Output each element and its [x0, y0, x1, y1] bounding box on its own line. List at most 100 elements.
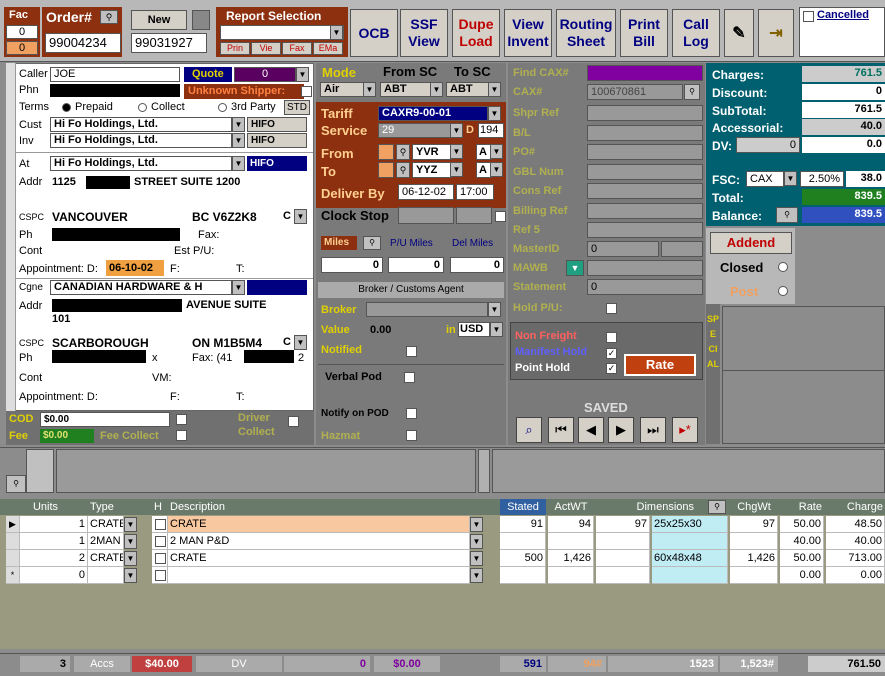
fee-collect-checkbox[interactable]: [176, 430, 187, 441]
from-city-dropdown-icon[interactable]: ▼: [450, 144, 463, 159]
ocb-button[interactable]: OCB: [350, 9, 398, 57]
chevron-down-icon[interactable]: ▼: [124, 551, 137, 566]
last-record-icon[interactable]: ⏭: [640, 417, 666, 443]
service-number[interactable]: 194: [478, 123, 504, 138]
addend-button[interactable]: Addend: [710, 232, 792, 254]
find-cax-input[interactable]: [587, 65, 703, 81]
rate-cell[interactable]: 50.00: [780, 516, 824, 533]
record-search-icon[interactable]: ⌕: [516, 417, 542, 443]
fac-input-top[interactable]: 0: [6, 25, 38, 39]
from-search-icon[interactable]: ⚲: [396, 144, 410, 160]
inv-input[interactable]: Hi Fo Holdings, Ltd.: [50, 133, 232, 148]
to-sc-dropdown-icon[interactable]: ▼: [488, 82, 501, 97]
closed-radio[interactable]: [778, 262, 788, 272]
std-button[interactable]: STD: [284, 100, 310, 115]
mawb-input[interactable]: [587, 260, 703, 276]
at-input[interactable]: Hi Fo Holdings, Ltd.: [50, 156, 232, 171]
notify-pod-checkbox[interactable]: [406, 408, 417, 419]
actwt-cell[interactable]: 1,426: [548, 550, 594, 567]
report-print-button[interactable]: Prin: [220, 42, 250, 55]
fsc-code-select[interactable]: CAX: [746, 171, 784, 187]
stated-cell[interactable]: [500, 533, 546, 550]
unknown-shipper-checkbox[interactable]: [301, 86, 312, 97]
chgwt-cell[interactable]: [730, 533, 778, 550]
miles-search-icon[interactable]: ⚲: [363, 236, 381, 250]
accessorial-value[interactable]: 40.0: [802, 119, 885, 135]
miles-input[interactable]: 0: [321, 257, 383, 273]
chevron-down-icon[interactable]: ▼: [470, 517, 483, 532]
service-select[interactable]: 29: [378, 123, 452, 138]
rate-cell[interactable]: 0.00: [780, 567, 824, 584]
from-sc-dropdown-icon[interactable]: ▼: [430, 82, 443, 97]
deliver-by-time[interactable]: 17:00: [456, 184, 494, 200]
row-selector[interactable]: [6, 533, 20, 550]
rate-cell[interactable]: 40.00: [780, 533, 824, 550]
terms-3rdparty-radio[interactable]: [218, 103, 227, 112]
type-cell[interactable]: 2MAN: [88, 533, 124, 550]
notes-left-field[interactable]: [56, 449, 476, 493]
service-dropdown-icon[interactable]: ▼: [450, 123, 463, 138]
cust-hifo-button[interactable]: HIFO: [247, 117, 307, 132]
actwt-cell[interactable]: [548, 533, 594, 550]
from-sc-select[interactable]: ABT: [380, 82, 432, 97]
statement-input[interactable]: 0: [587, 279, 703, 295]
driver-collect-checkbox[interactable]: [288, 416, 299, 427]
tariff-select[interactable]: CAXR9-00-01: [378, 106, 488, 121]
hazmat-checkbox[interactable]: [155, 570, 166, 581]
fsc-value[interactable]: 38.0: [846, 171, 885, 187]
terms-prepaid-radio[interactable]: [62, 103, 71, 112]
charge-cell[interactable]: 713.00: [826, 550, 885, 567]
to-a-dropdown-icon[interactable]: ▼: [490, 162, 503, 177]
mawb-filter-icon[interactable]: ▼: [566, 260, 584, 276]
charge-cell[interactable]: 48.50: [826, 516, 885, 533]
hazmat-checkbox[interactable]: [155, 536, 166, 547]
dimensions-cell[interactable]: 25x25x30: [652, 516, 728, 533]
description-cell[interactable]: CRATE: [168, 516, 470, 533]
hazmat-checkbox[interactable]: [155, 519, 166, 530]
cgne-c-dropdown-icon[interactable]: ▼: [294, 335, 307, 350]
chgwt-cell[interactable]: [730, 567, 778, 584]
master-id-input[interactable]: 0: [587, 241, 659, 257]
dims-number-cell[interactable]: [596, 533, 650, 550]
quote-dropdown-icon[interactable]: ▼: [296, 67, 309, 82]
exit-door-icon[interactable]: ⇥: [758, 9, 794, 57]
balance-search-icon[interactable]: ⚲: [776, 207, 798, 223]
description-cell[interactable]: CRATE: [168, 550, 470, 567]
routing-sheet-button[interactable]: Routing Sheet: [556, 9, 616, 57]
chgwt-cell[interactable]: 1,426: [730, 550, 778, 567]
dimensions-search-icon[interactable]: ⚲: [708, 500, 726, 514]
units-cell[interactable]: 0: [20, 567, 88, 584]
new-number-field[interactable]: 99031927: [131, 33, 207, 53]
tariff-dropdown-icon[interactable]: ▼: [488, 106, 501, 121]
dimensions-cell[interactable]: [652, 533, 728, 550]
to-city-dropdown-icon[interactable]: ▼: [450, 162, 463, 177]
notes-search-icon[interactable]: ⚲: [6, 475, 26, 493]
gbl-num-input[interactable]: [587, 164, 703, 180]
appointment-date[interactable]: 06-10-02: [106, 260, 164, 276]
actwt-cell[interactable]: 94: [548, 516, 594, 533]
discount-value[interactable]: 0: [802, 84, 885, 100]
broker-dropdown-icon[interactable]: ▼: [488, 302, 501, 317]
billing-ref-input[interactable]: [587, 203, 703, 219]
stated-cell[interactable]: 500: [500, 550, 546, 567]
from-city-select[interactable]: YVR: [412, 144, 452, 160]
at-code-field[interactable]: HIFO: [247, 156, 307, 171]
non-freight-checkbox[interactable]: [606, 332, 617, 343]
chevron-down-icon[interactable]: ▼: [124, 568, 137, 583]
units-cell[interactable]: 1: [20, 516, 88, 533]
fsc-dropdown-icon[interactable]: ▼: [784, 171, 797, 186]
miles-button[interactable]: Miles: [321, 236, 357, 250]
ref5-input[interactable]: [587, 222, 703, 238]
order-number-field[interactable]: 99004234: [45, 33, 121, 53]
report-email-button[interactable]: EMa: [313, 42, 343, 55]
cons-ref-input[interactable]: [587, 183, 703, 199]
new-button[interactable]: New: [131, 10, 187, 30]
terms-collect-radio[interactable]: [138, 103, 147, 112]
point-hold-checkbox[interactable]: ✓: [606, 363, 617, 374]
to-city-select[interactable]: YYZ: [412, 162, 452, 178]
inv-dropdown-icon[interactable]: ▼: [232, 133, 245, 148]
from-a-dropdown-icon[interactable]: ▼: [490, 144, 503, 159]
stated-cell[interactable]: 91: [500, 516, 546, 533]
charge-cell[interactable]: 0.00: [826, 567, 885, 584]
ssf-view-button[interactable]: SSF View: [400, 9, 448, 57]
